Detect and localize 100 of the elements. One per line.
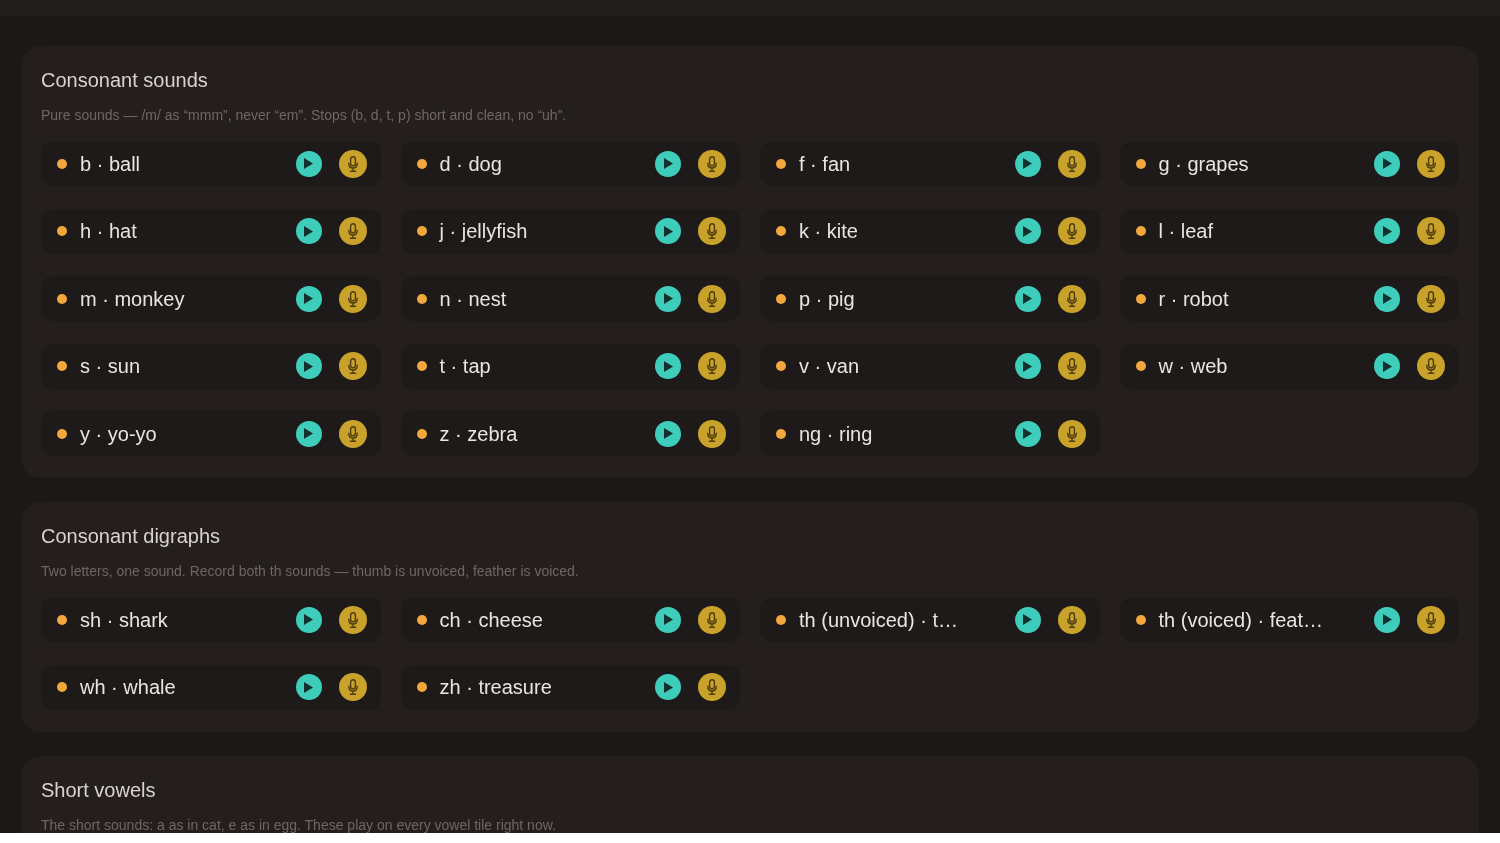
record-button[interactable]	[1057, 605, 1086, 634]
play-button[interactable]	[655, 674, 681, 700]
microphone-icon	[347, 223, 358, 239]
play-button[interactable]	[655, 606, 681, 633]
record-button[interactable]	[698, 419, 726, 448]
sound-label: b · ball	[80, 151, 141, 177]
microphone-icon	[1426, 155, 1436, 172]
play-button[interactable]	[295, 285, 322, 312]
play-button[interactable]	[1374, 285, 1400, 312]
microphone-icon	[1066, 611, 1077, 628]
play-button[interactable]	[295, 218, 322, 244]
play-button[interactable]	[1374, 218, 1400, 244]
record-button[interactable]	[698, 673, 726, 701]
record-button[interactable]	[1057, 419, 1086, 448]
record-button[interactable]	[1417, 217, 1445, 245]
microphone-icon	[347, 425, 358, 442]
sound-label: s · sun	[80, 354, 141, 379]
play-button[interactable]	[295, 150, 322, 177]
play-icon	[1382, 293, 1392, 304]
play-icon	[1023, 360, 1032, 372]
record-button[interactable]	[1057, 149, 1086, 178]
play-icon	[1023, 158, 1032, 169]
sound-label: wh · whale	[80, 675, 176, 700]
microphone-icon	[707, 290, 717, 307]
play-icon	[1382, 360, 1392, 372]
microphone-icon	[347, 611, 358, 628]
play-icon	[663, 360, 673, 372]
record-button[interactable]	[1417, 605, 1445, 634]
sound-label: th (unvoiced) · t…	[799, 607, 958, 633]
sound-label: ch · cheese	[439, 607, 543, 633]
play-icon	[1023, 293, 1032, 304]
play-button[interactable]	[295, 420, 322, 447]
play-icon	[1023, 225, 1032, 237]
section-description: The short sounds: a as in cat, e as in egg. These play on every vowel tile right now.	[41, 815, 556, 833]
record-button[interactable]	[338, 284, 367, 313]
record-button[interactable]	[698, 149, 726, 178]
record-button[interactable]	[1057, 217, 1086, 245]
record-button[interactable]	[338, 419, 367, 448]
play-button[interactable]	[1014, 353, 1041, 379]
microphone-icon	[1426, 223, 1436, 239]
section-title: Consonant digraphs	[41, 524, 220, 549]
play-icon	[663, 158, 673, 169]
play-button[interactable]	[655, 285, 681, 312]
sound-label: n · nest	[439, 286, 507, 312]
play-button[interactable]	[295, 674, 322, 700]
play-button[interactable]	[655, 420, 681, 447]
play-button[interactable]	[655, 218, 681, 244]
microphone-icon	[1066, 358, 1077, 374]
play-button[interactable]	[1374, 353, 1400, 379]
microphone-icon	[1426, 290, 1436, 307]
play-button[interactable]	[1014, 285, 1041, 312]
record-button[interactable]	[698, 217, 726, 245]
play-icon	[1382, 158, 1392, 169]
record-button[interactable]	[338, 217, 367, 245]
sound-label: th (voiced) · feat…	[1158, 607, 1323, 633]
sound-label: f · fan	[799, 151, 851, 177]
record-button[interactable]	[338, 673, 367, 701]
microphone-icon	[347, 290, 358, 307]
play-icon	[304, 158, 313, 169]
sound-label: k · kite	[799, 219, 858, 244]
play-button[interactable]	[1014, 150, 1041, 177]
record-button[interactable]	[338, 605, 367, 634]
microphone-icon	[1066, 223, 1077, 239]
record-button[interactable]	[338, 149, 367, 178]
sound-label: d · dog	[439, 151, 502, 177]
play-button[interactable]	[1014, 606, 1041, 633]
microphone-icon	[347, 155, 358, 172]
record-button[interactable]	[1417, 149, 1445, 178]
record-button[interactable]	[1057, 284, 1086, 313]
section-title: Short vowels	[41, 777, 156, 803]
play-icon	[663, 428, 673, 439]
play-icon	[304, 293, 313, 304]
sound-label: m · monkey	[80, 286, 185, 312]
record-button[interactable]	[1417, 284, 1445, 313]
sound-label: l · leaf	[1158, 219, 1213, 244]
record-button[interactable]	[698, 605, 726, 634]
record-button[interactable]	[698, 284, 726, 313]
microphone-icon	[1426, 358, 1436, 374]
play-icon	[1382, 614, 1392, 625]
play-button[interactable]	[1014, 218, 1041, 244]
sound-label: ng · ring	[799, 421, 873, 447]
record-button[interactable]	[698, 352, 726, 380]
sound-label: g · grapes	[1158, 151, 1249, 177]
sound-label: j · jellyfish	[439, 219, 528, 244]
play-button[interactable]	[1014, 420, 1041, 447]
play-button[interactable]	[295, 606, 322, 633]
play-button[interactable]	[1374, 150, 1400, 177]
microphone-icon	[707, 611, 717, 628]
record-button[interactable]	[338, 352, 367, 380]
record-button[interactable]	[1417, 352, 1445, 380]
microphone-icon	[1066, 155, 1077, 172]
play-button[interactable]	[1374, 606, 1400, 633]
play-button[interactable]	[655, 353, 681, 379]
section-description: Pure sounds — /m/ as “mmm”, never “em”. Stops (b, d, t, p) short and clean, no “uh”.	[41, 106, 567, 125]
section-description: Two letters, one sound. Record both th sounds — thumb is unvoiced, feather is voiced.	[41, 562, 579, 581]
play-button[interactable]	[655, 150, 681, 177]
play-button[interactable]	[295, 353, 322, 379]
play-icon	[663, 293, 673, 304]
play-icon	[663, 225, 673, 237]
record-button[interactable]	[1057, 352, 1086, 380]
